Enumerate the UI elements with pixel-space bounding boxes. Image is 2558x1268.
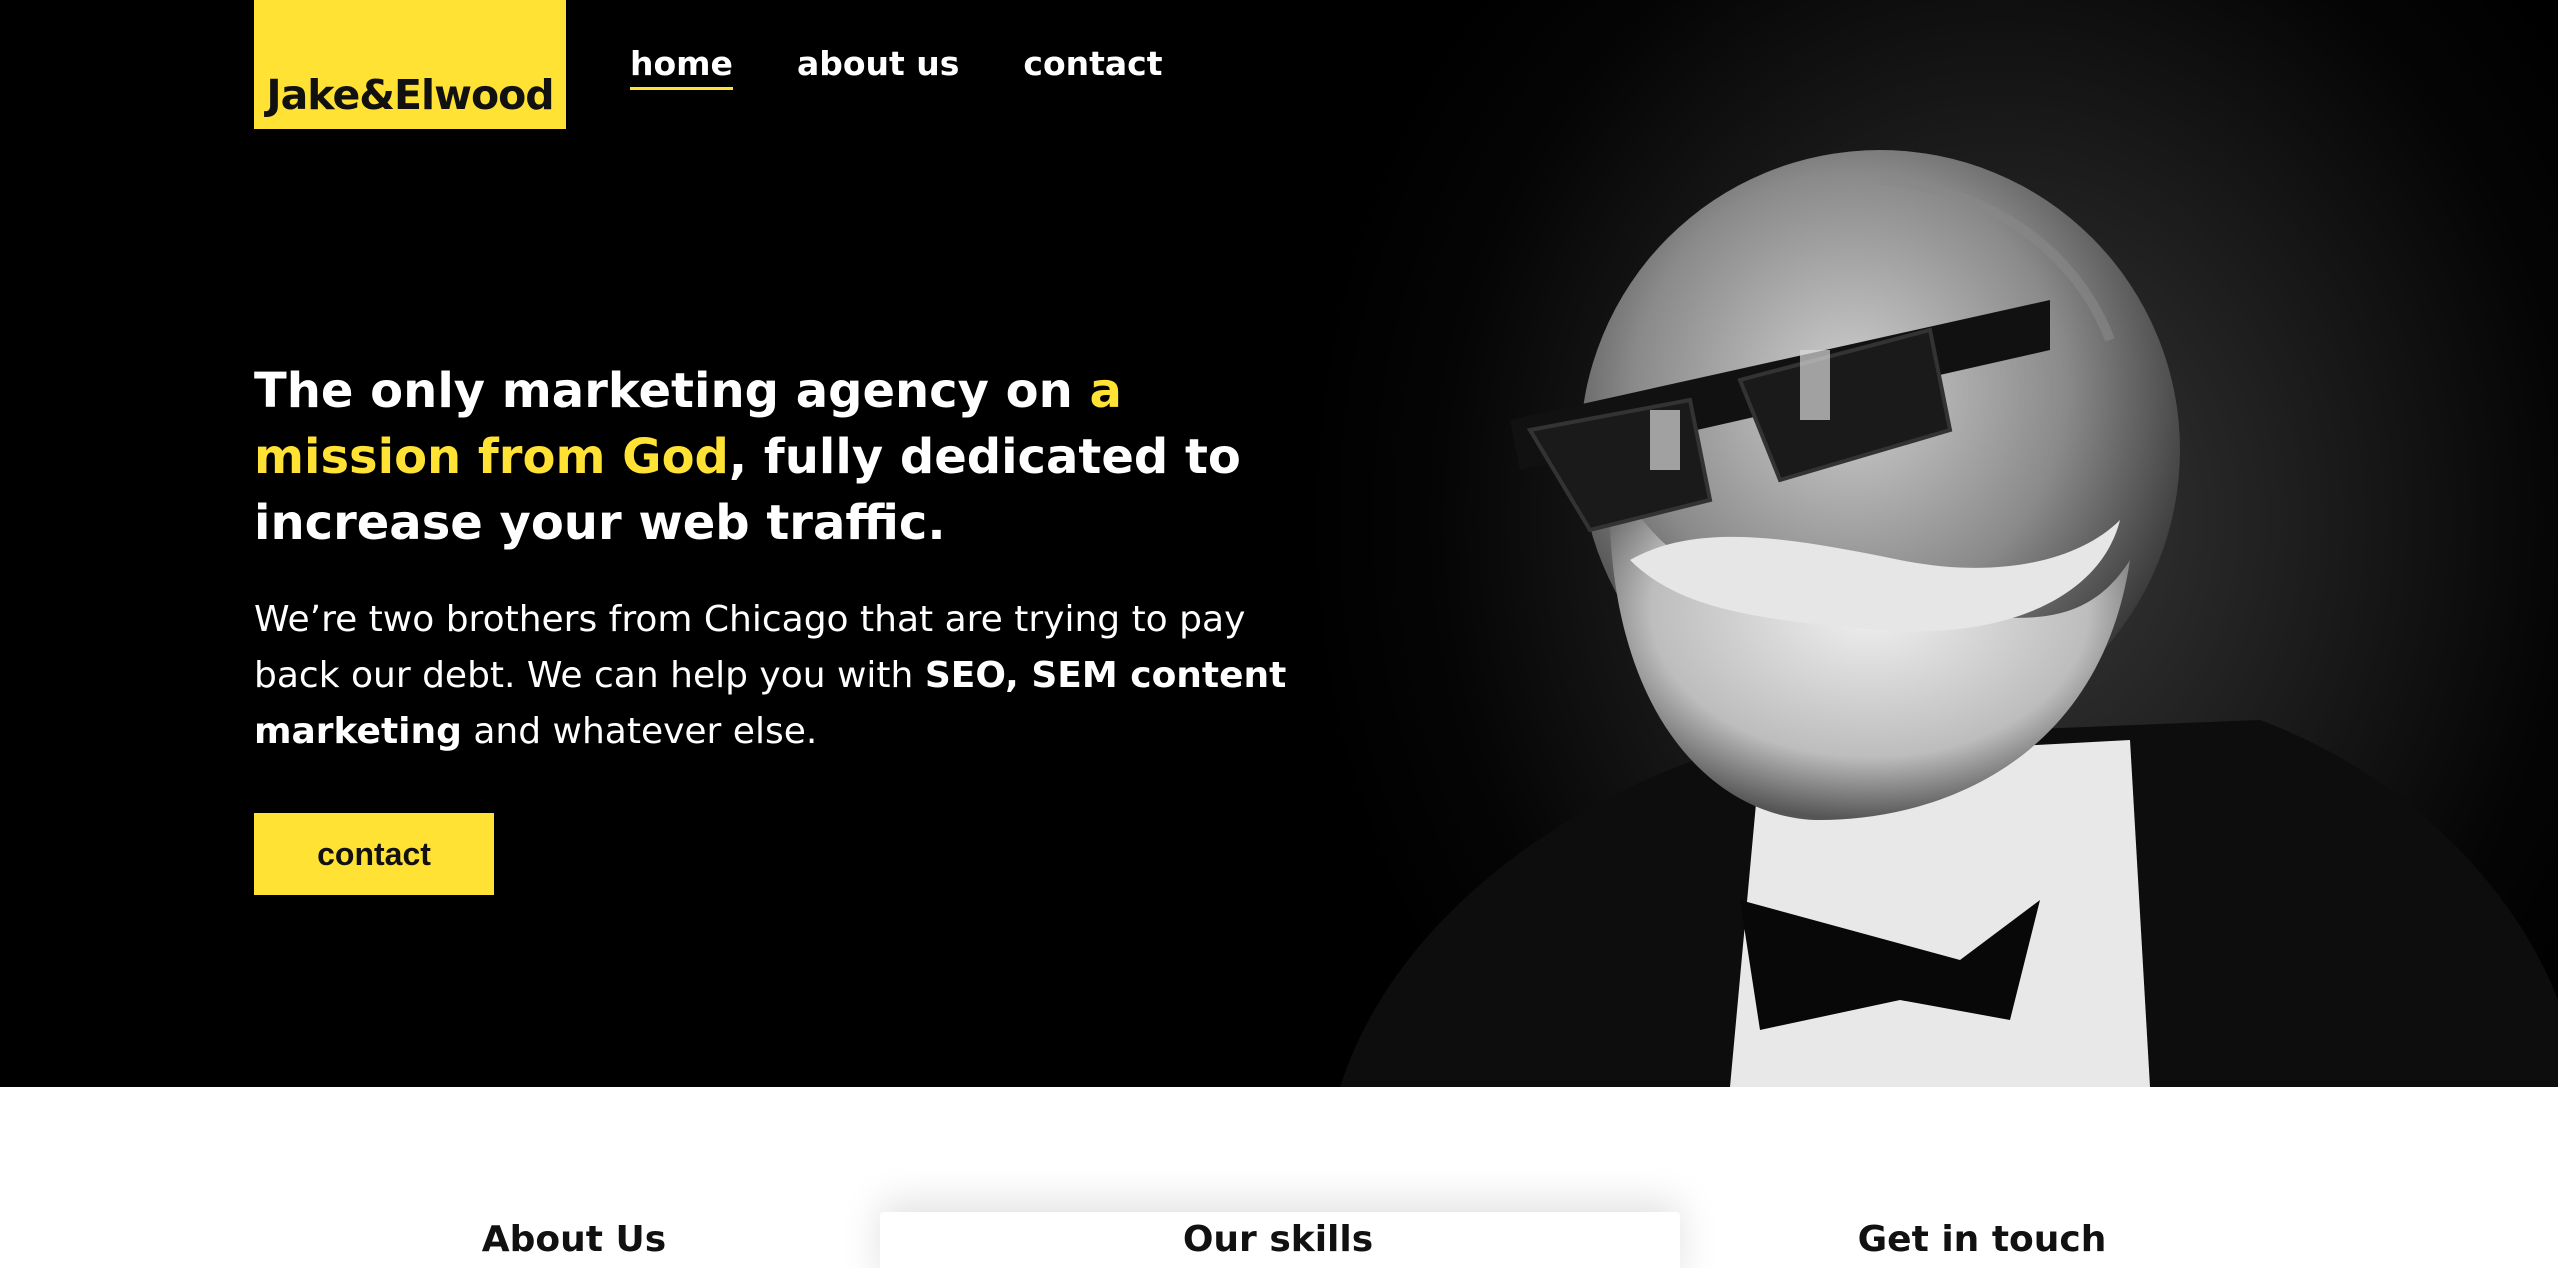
section-title-contact: Get in touch — [1857, 1219, 2107, 1260]
lead-text-end: and whatever else. — [461, 711, 818, 752]
main-nav: home about us contact — [630, 42, 1163, 90]
headline-text-start: The only marketing agency on — [254, 363, 1090, 419]
brand-logo[interactable]: Jake&Elwood — [254, 0, 566, 129]
nav-item-about-us[interactable]: about us — [797, 42, 959, 86]
nav-item-home[interactable]: home — [630, 42, 733, 90]
section-title-skills: Our skills — [1182, 1219, 1374, 1260]
nav-item-contact[interactable]: contact — [1023, 42, 1162, 86]
hero: Jake&Elwood home about us contact The on… — [0, 0, 2558, 1087]
hero-headline: The only marketing agency on a mission f… — [254, 358, 1344, 556]
section-title-about: About Us — [481, 1219, 667, 1260]
info-section: About Us Our skills Get in touch — [0, 1087, 2558, 1268]
contact-button[interactable]: contact — [254, 813, 494, 895]
hero-lead-paragraph: We’re two brothers from Chicago that are… — [254, 592, 1314, 760]
brand-logo-text: Jake&Elwood — [266, 71, 554, 119]
